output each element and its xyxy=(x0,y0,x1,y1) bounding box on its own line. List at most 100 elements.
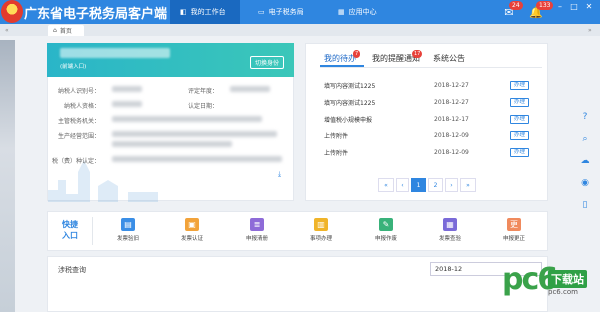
workbench-icon: ◧ xyxy=(180,8,187,16)
task-date: 2018-12-27 xyxy=(434,98,469,106)
search-icon[interactable]: ⌕ xyxy=(578,132,592,146)
handle-button[interactable]: 办理 xyxy=(510,130,530,140)
pager-prev-button[interactable]: ‹ xyxy=(396,178,409,192)
field-label: 生产经营范围： xyxy=(58,133,101,140)
task-date: 2018-12-17 xyxy=(434,115,469,123)
app-title: 广东省电子税务局客户端 xyxy=(24,7,168,22)
field-value-redacted xyxy=(112,131,277,137)
quick-entry-divider xyxy=(92,217,93,245)
field-value-redacted xyxy=(112,141,232,147)
tab-home-label: 首页 xyxy=(59,28,72,35)
background-photo xyxy=(0,40,15,312)
user-role-note: (前端入口) xyxy=(60,64,87,70)
handle-button[interactable]: 办理 xyxy=(510,80,530,90)
help-icon[interactable]: ? xyxy=(578,110,592,124)
nav-tab-label: 电子税务局 xyxy=(268,8,304,16)
quick-item-invoice-auth[interactable]: ▣ 发票认证 xyxy=(174,218,210,248)
pager-page-2[interactable]: 2 xyxy=(428,178,443,192)
tab-system-announcement[interactable]: 系统公告 xyxy=(433,53,465,64)
quick-item-invoice-check[interactable]: ▦ 发票查验 xyxy=(432,218,468,248)
field-label: 评定年度： xyxy=(188,88,219,95)
quick-item-affairs[interactable]: ▥ 事项办理 xyxy=(303,218,339,248)
task-date: 2018-12-09 xyxy=(434,148,469,156)
handle-button[interactable]: 办理 xyxy=(510,114,530,124)
task-title: 增值税小规模申报 xyxy=(324,116,373,124)
app-center-icon: ▦ xyxy=(338,8,345,16)
tax-bureau-icon: ▭ xyxy=(258,8,265,16)
quick-item-declaration-void[interactable]: ✎ 申报作废 xyxy=(368,218,404,248)
tab-my-todo[interactable]: 我的待办 xyxy=(324,53,356,64)
quick-item-declaration-list[interactable]: ≣ 申报清册 xyxy=(239,218,275,248)
weibo-icon[interactable]: ◉ xyxy=(578,176,592,190)
correction-icon: 更 xyxy=(507,218,521,231)
quick-item-label: 发票认证 xyxy=(180,236,203,242)
inspect-icon: ▦ xyxy=(443,218,457,231)
nav-tab-label: 应用中心 xyxy=(348,8,377,16)
quick-item-label: 申报更正 xyxy=(502,236,525,242)
message-badge: 24 xyxy=(509,1,523,10)
task-title: 上传附件 xyxy=(324,132,349,140)
tab-divider xyxy=(320,67,542,68)
field-label: 认定日期： xyxy=(188,103,219,110)
close-icon[interactable]: ✕ xyxy=(581,0,597,12)
quick-item-label: 申报清册 xyxy=(245,236,268,242)
nav-tab-app-center[interactable]: ▦ 应用中心 xyxy=(328,0,398,24)
certificate-icon: ▣ xyxy=(185,218,199,231)
task-row[interactable]: 填写内容测试1225 2018-12-27 办理 xyxy=(324,79,544,91)
quick-item-declaration-correct[interactable]: 更 申报更正 xyxy=(496,218,532,248)
task-row[interactable]: 上传附件 2018-12-09 办理 xyxy=(324,146,544,158)
mobile-icon[interactable]: ▯ xyxy=(578,198,592,212)
notification-badge: 133 xyxy=(536,1,554,10)
quick-item-label: 事项办理 xyxy=(309,236,332,242)
notices-badge: 17 xyxy=(412,50,423,58)
pager-last-button[interactable]: » xyxy=(460,178,476,192)
pager-first-button[interactable]: « xyxy=(378,178,394,192)
nav-tab-label: 我的工作台 xyxy=(190,8,226,16)
document-icon: ▥ xyxy=(314,218,328,231)
maximize-icon[interactable]: □ xyxy=(566,0,582,12)
quick-item-label: 申报作废 xyxy=(374,236,397,242)
quick-entry-title: 快捷入口 xyxy=(62,220,78,240)
message-icon[interactable]: ✉ 24 xyxy=(500,1,523,21)
tab-scroll-right-icon[interactable]: » xyxy=(588,27,592,34)
invoice-icon: ▤ xyxy=(121,218,135,231)
pager-next-button[interactable]: › xyxy=(445,178,458,192)
quick-item-invoice-old[interactable]: ▤ 发票验旧 xyxy=(110,218,146,248)
notification-icon[interactable]: 🔔 133 xyxy=(527,1,554,21)
month-value: 2018-12 xyxy=(435,265,463,273)
field-value-redacted xyxy=(112,86,142,92)
pager-page-1[interactable]: 1 xyxy=(411,178,426,192)
home-icon: ⌂ xyxy=(53,27,57,34)
task-row[interactable]: 增值税小规模申报 2018-12-17 办理 xyxy=(324,113,544,125)
field-label: 主管税务机关： xyxy=(58,118,101,125)
watermark-text: 下载站 xyxy=(548,270,587,288)
tax-bureau-logo xyxy=(1,0,23,23)
edit-document-icon: ✎ xyxy=(379,218,393,231)
task-row[interactable]: 上传附件 2018-12-09 办理 xyxy=(324,129,544,141)
tax-query-title: 涉税查询 xyxy=(58,266,86,274)
tab-scroll-left-icon[interactable]: « xyxy=(5,27,9,34)
field-value-redacted xyxy=(112,116,262,122)
chat-icon[interactable]: ☁ xyxy=(578,154,592,168)
task-date: 2018-12-27 xyxy=(434,81,469,89)
task-title: 填写内容测试1225 xyxy=(324,82,376,90)
tab-home[interactable]: ⌂ 首页 xyxy=(48,25,84,36)
task-row[interactable]: 填写内容测试1225 2018-12-27 办理 xyxy=(324,96,544,108)
nav-tab-workbench[interactable]: ◧ 我的工作台 xyxy=(170,0,240,24)
switch-identity-button[interactable]: 切换身份 xyxy=(249,56,284,69)
quick-item-label: 发票查验 xyxy=(438,236,461,242)
download-icon[interactable]: ⤓ xyxy=(278,170,281,179)
field-label: 税（费）种认定： xyxy=(52,158,101,165)
nav-tab-tax-bureau[interactable]: ▭ 电子税务局 xyxy=(248,0,318,24)
handle-button[interactable]: 办理 xyxy=(510,97,530,107)
handle-button[interactable]: 办理 xyxy=(510,147,530,157)
page-tab-strip xyxy=(0,24,600,36)
site-watermark: pc6 下载站 pc6.com xyxy=(502,262,598,312)
watermark-url: pc6.com xyxy=(548,288,578,296)
user-header: (前端入口) 切换身份 xyxy=(47,43,294,77)
field-value-redacted xyxy=(112,156,282,162)
field-value-redacted xyxy=(230,86,270,92)
field-label: 纳税人资格： xyxy=(64,103,101,110)
field-label: 纳税人识别号： xyxy=(58,88,101,95)
quick-item-label: 发票验旧 xyxy=(116,236,139,242)
